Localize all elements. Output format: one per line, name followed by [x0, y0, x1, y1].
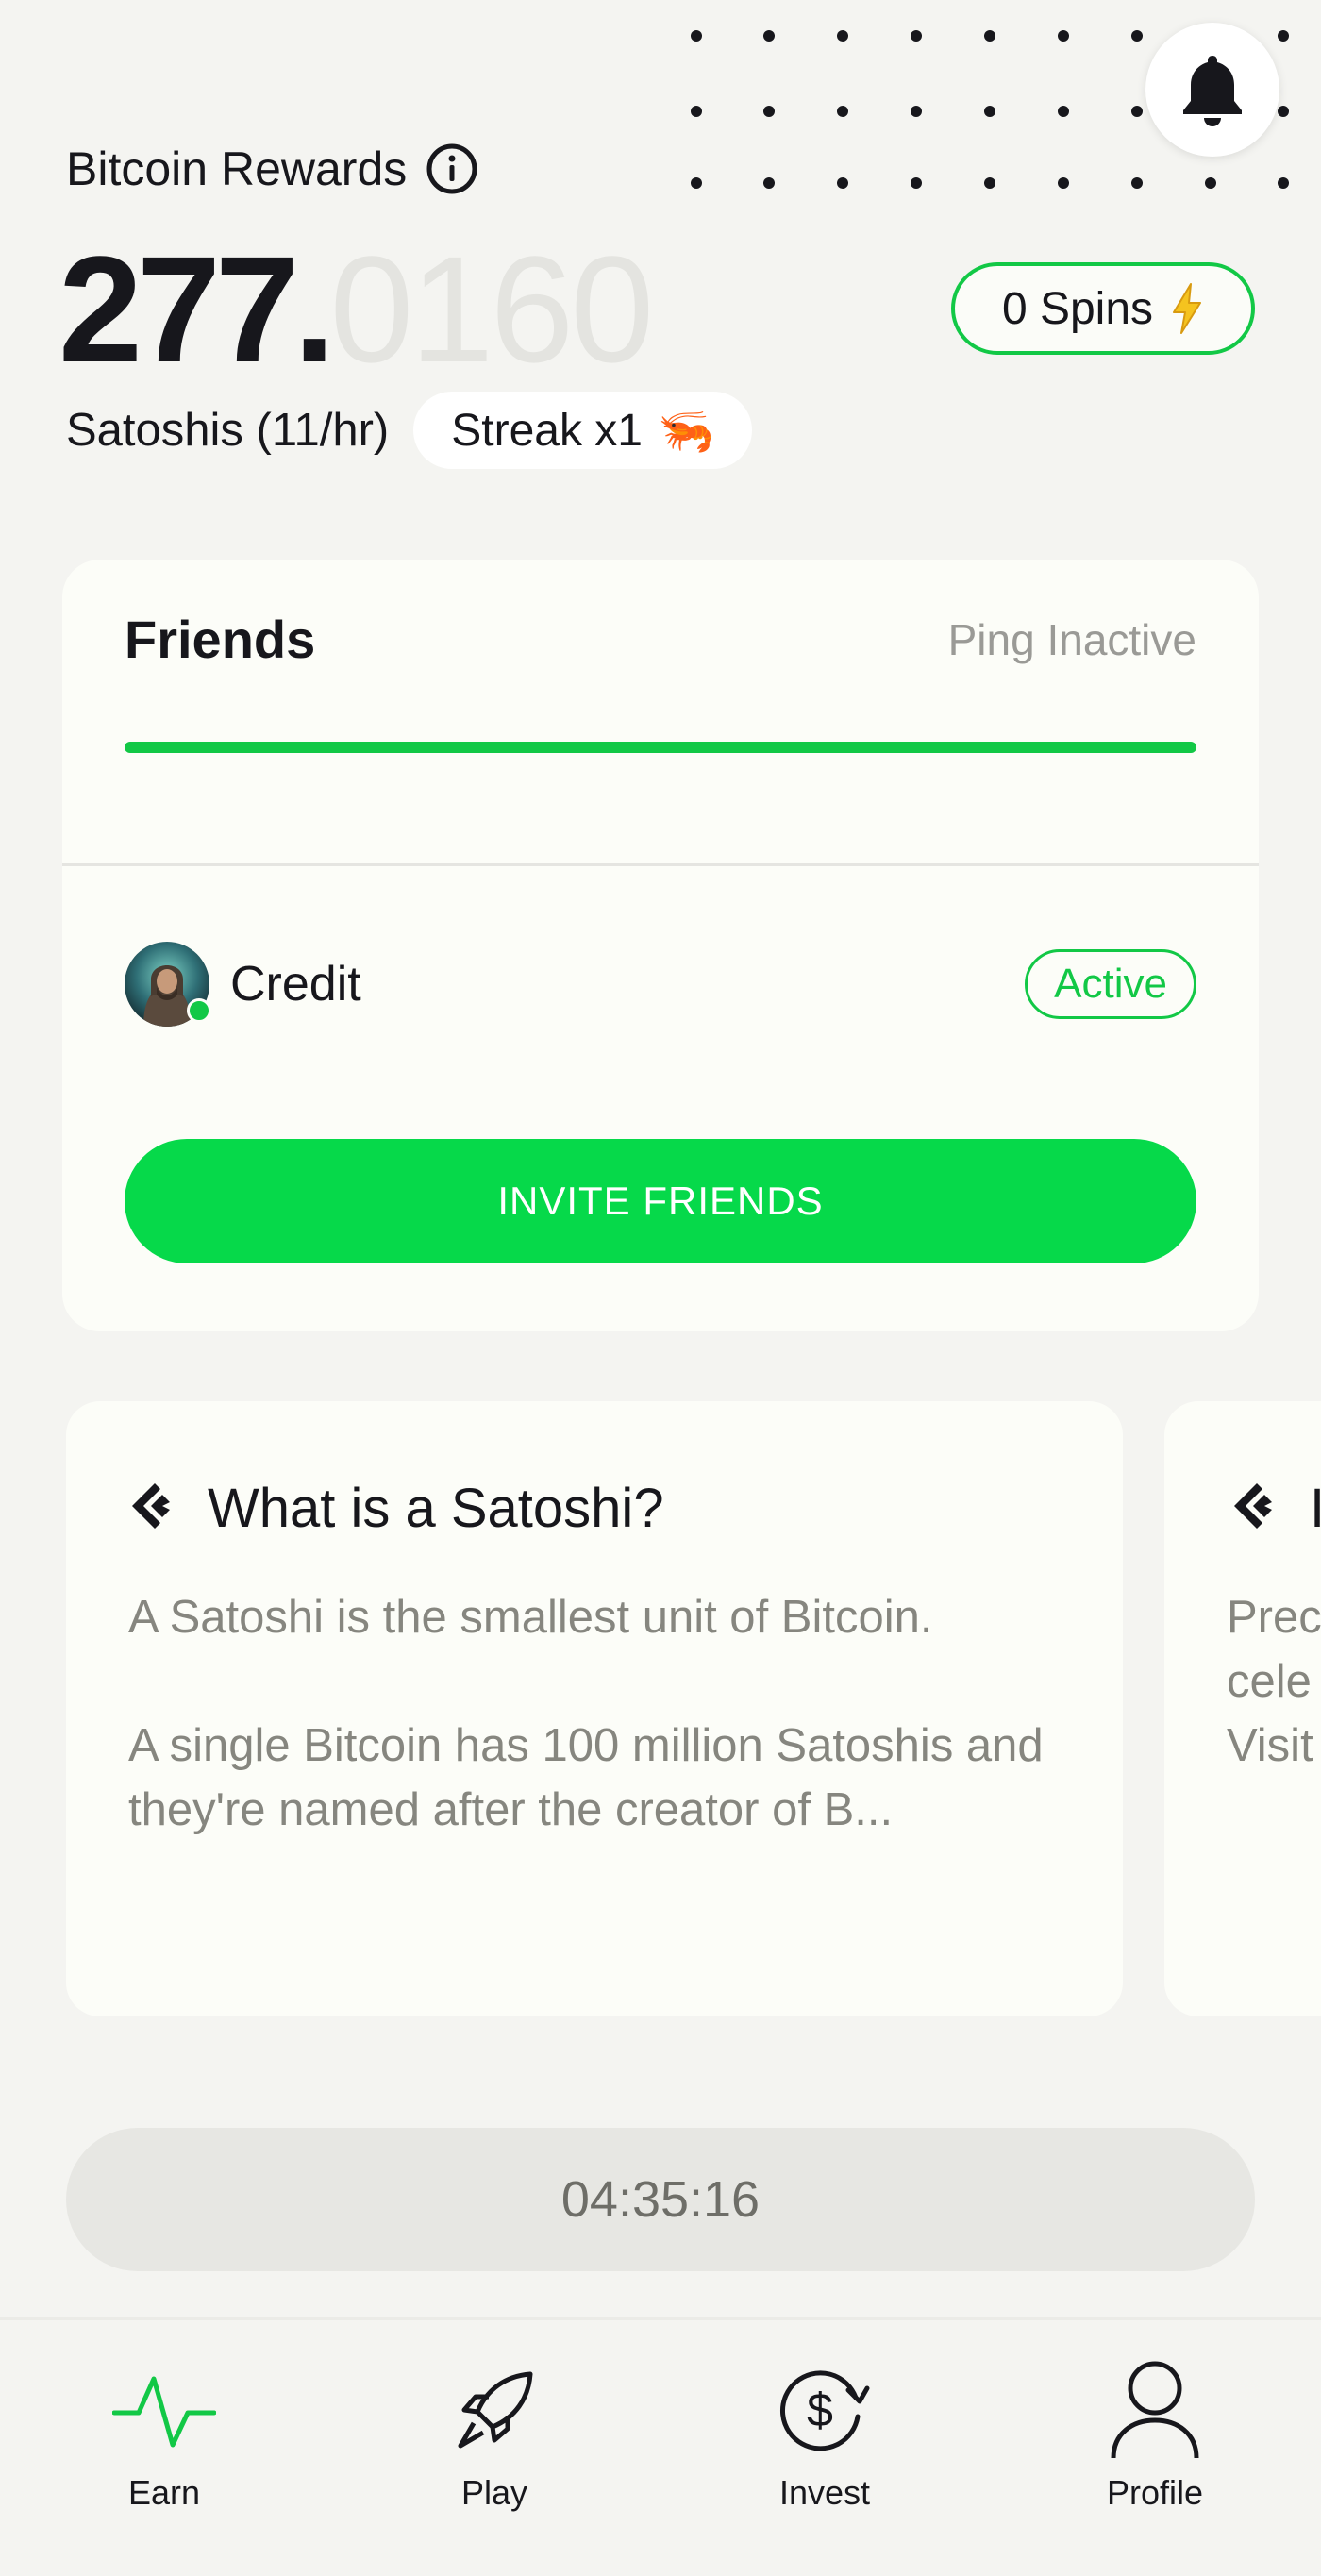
dollar-cycle-icon: $ — [779, 2370, 870, 2451]
info-icon[interactable] — [426, 142, 478, 195]
person-icon — [1111, 2361, 1199, 2459]
info-line: Prec — [1227, 1592, 1321, 1643]
info-card-body: A Satoshi is the smallest unit of Bitcoi… — [128, 1585, 1072, 1842]
friends-progress-bar — [125, 742, 1196, 753]
svg-text:$: $ — [807, 2384, 833, 2436]
nav-label: Invest — [778, 2473, 871, 2512]
streak-label: Streak x1 — [451, 405, 643, 456]
streak-badge[interactable]: Streak x1 🦐 — [413, 392, 752, 469]
info-card-body: Prec cele Visit — [1227, 1585, 1321, 1778]
nav-item-profile[interactable]: Profile — [1061, 2358, 1249, 2513]
info-card-header: What is a Satoshi? — [128, 1477, 664, 1540]
header-title-row: Bitcoin Rewards — [66, 142, 478, 196]
balance-display: 277.0160 — [59, 234, 654, 385]
nav-item-play[interactable]: Play — [400, 2358, 589, 2513]
fold-logo-icon — [132, 1482, 170, 1529]
info-card-header: I — [1230, 1477, 1321, 1540]
balance-fraction: 0160 — [329, 225, 654, 393]
bell-icon — [1183, 56, 1242, 126]
info-card-title: What is a Satoshi? — [208, 1478, 664, 1539]
friends-card: Friends Ping Inactive Credit Active INVI… — [62, 560, 1259, 1331]
ping-inactive-link[interactable]: Ping Inactive — [948, 614, 1196, 665]
spins-label: 0 Spins — [1001, 283, 1154, 334]
friends-progress-fill — [125, 742, 1196, 753]
friend-list-item[interactable]: Credit Active — [125, 942, 1196, 1027]
lightning-icon — [1173, 283, 1202, 334]
avatar — [125, 942, 211, 1027]
info-card[interactable]: What is a Satoshi? A Satoshi is the smal… — [66, 1401, 1123, 2016]
nav-label: Earn — [127, 2473, 201, 2512]
rocket-icon — [458, 2371, 533, 2449]
friend-name: Credit — [230, 957, 361, 1012]
info-card[interactable]: I Prec cele Visit — [1164, 1401, 1321, 2016]
page-title: Bitcoin Rewards — [66, 142, 408, 195]
spins-button[interactable]: 0 Spins — [951, 262, 1255, 355]
friends-title: Friends — [125, 610, 316, 669]
nav-label: Profile — [1106, 2473, 1204, 2512]
shrimp-icon: 🦐 — [658, 406, 714, 457]
rate-row: Satoshis (11/hr) Streak x1 🦐 — [66, 392, 752, 469]
nav-item-invest[interactable]: $ Invest — [730, 2358, 919, 2513]
info-line: cele — [1227, 1656, 1312, 1707]
fold-logo-icon — [1234, 1482, 1272, 1529]
card-divider — [62, 863, 1259, 866]
info-paragraph: A single Bitcoin has 100 million Satoshi… — [128, 1720, 1044, 1835]
invite-friends-button[interactable]: INVITE FRIENDS — [125, 1139, 1196, 1263]
nav-label: Play — [460, 2473, 528, 2512]
activity-icon — [112, 2376, 216, 2448]
info-card-title: I — [1310, 1478, 1321, 1539]
earning-rate: Satoshis (11/hr) — [66, 405, 390, 456]
balance-integer: 277. — [59, 225, 335, 393]
status-badge: Active — [1025, 949, 1196, 1019]
countdown-timer: 04:35:16 — [66, 2128, 1255, 2271]
bottom-nav: Earn Play $ Invest Profile — [0, 2320, 1321, 2576]
online-indicator — [187, 998, 211, 1023]
info-line: Visit — [1227, 1720, 1313, 1771]
info-paragraph: A Satoshi is the smallest unit of Bitcoi… — [128, 1592, 933, 1643]
nav-item-earn[interactable]: Earn — [70, 2358, 259, 2513]
notifications-button[interactable] — [1145, 23, 1279, 157]
